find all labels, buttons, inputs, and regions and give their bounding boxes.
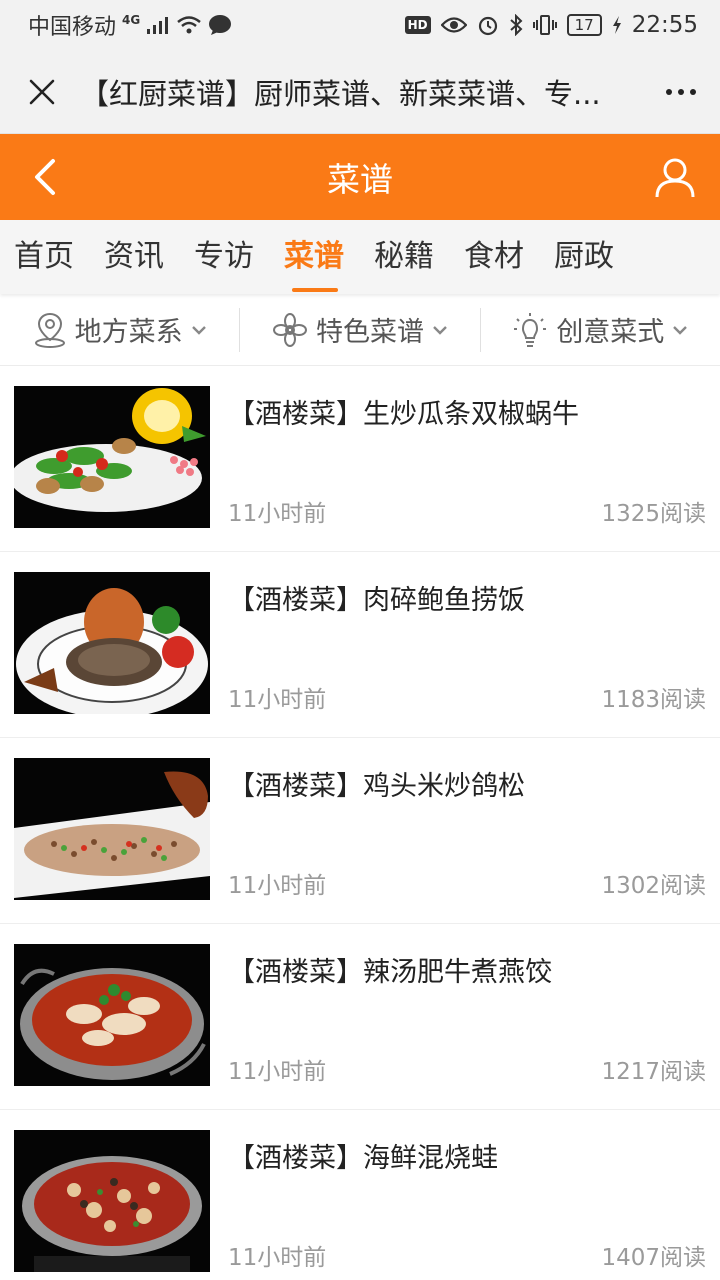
read-count: 1183阅读 (601, 687, 706, 713)
item-body: 【酒楼菜】辣汤肥牛煮燕饺 11小时前 1217阅读 (228, 944, 706, 1086)
back-button[interactable] (22, 154, 68, 200)
publish-time: 11小时前 (228, 687, 327, 713)
recipe-thumbnail (14, 1130, 210, 1272)
location-pin-icon (34, 312, 65, 348)
close-button[interactable] (24, 74, 60, 110)
list-item[interactable]: 【酒楼菜】海鲜混烧蛙 11小时前 1407阅读 (0, 1110, 720, 1280)
carrier-label: 中国移动 (28, 15, 117, 40)
recipe-thumbnail (14, 758, 210, 900)
chevron-down-icon (191, 324, 207, 336)
signal-icon (146, 15, 170, 35)
read-count: 1302阅读 (601, 873, 706, 899)
section-header: 菜谱 (0, 134, 720, 220)
section-title: 菜谱 (327, 160, 393, 199)
tab-ingredients[interactable]: 食材 (464, 220, 554, 294)
read-count: 1325阅读 (601, 501, 706, 527)
hd-icon: HD (404, 16, 431, 34)
chevron-left-icon (35, 159, 55, 195)
filter-bar: 地方菜系 特色菜谱 创意菜式 (0, 294, 720, 366)
publish-time: 11小时前 (228, 501, 327, 527)
tab-recipes[interactable]: 菜谱 (284, 220, 374, 294)
tab-interviews[interactable]: 专访 (194, 220, 284, 294)
user-icon (655, 158, 695, 198)
item-body: 【酒楼菜】海鲜混烧蛙 11小时前 1407阅读 (228, 1130, 706, 1272)
battery-icon: 17 (566, 14, 602, 36)
recipe-title[interactable]: 【酒楼菜】海鲜混烧蛙 (228, 1136, 706, 1175)
status-left: 中国移动 4G (28, 9, 232, 41)
list-item[interactable]: 【酒楼菜】肉碎鲍鱼捞饭 11小时前 1183阅读 (0, 552, 720, 738)
more-dot-icon (690, 88, 696, 95)
recipe-title[interactable]: 【酒楼菜】生炒瓜条双椒蜗牛 (228, 392, 706, 431)
chevron-down-icon (672, 324, 688, 336)
more-options-button[interactable] (640, 88, 696, 95)
recipe-thumbnail (14, 572, 210, 714)
item-body: 【酒楼菜】鸡头米炒鸽松 11小时前 1302阅读 (228, 758, 706, 900)
tab-kitchen-management[interactable]: 厨政 (554, 220, 644, 294)
lightbulb-icon (514, 312, 547, 347)
status-right: HD 17 22:55 (404, 12, 698, 38)
status-bar: 中国移动 4G HD 17 22:55 (0, 0, 720, 50)
chat-bubble-icon (208, 14, 232, 36)
filter-featured-recipes[interactable]: 特色菜谱 (239, 307, 479, 352)
clock-time: 22:55 (631, 12, 698, 38)
network-label: 4G (122, 13, 141, 27)
filter-regional-cuisine[interactable]: 地方菜系 (0, 308, 239, 352)
battery-level: 17 (574, 16, 594, 34)
read-count: 1407阅读 (601, 1245, 706, 1271)
bluetooth-icon (509, 14, 523, 36)
filter-label: 地方菜系 (74, 317, 183, 348)
more-dot-icon (666, 88, 672, 95)
charging-icon (612, 15, 622, 35)
more-dot-icon (678, 88, 684, 95)
filter-creative-dishes[interactable]: 创意菜式 (479, 307, 720, 352)
recipe-title[interactable]: 【酒楼菜】辣汤肥牛煮燕饺 (228, 950, 706, 989)
browser-title-bar: 【红厨菜谱】厨师菜谱、新菜菜谱、专... (0, 50, 720, 134)
flower-icon (272, 312, 307, 347)
page-title: 【红厨菜谱】厨师菜谱、新菜菜谱、专... (80, 76, 601, 111)
publish-time: 11小时前 (228, 1059, 327, 1085)
item-body: 【酒楼菜】生炒瓜条双椒蜗牛 11小时前 1325阅读 (228, 386, 706, 528)
vibrate-icon (532, 14, 557, 36)
eye-icon (440, 16, 467, 34)
tab-home[interactable]: 首页 (14, 220, 104, 294)
recipe-thumbnail (14, 944, 210, 1086)
list-item[interactable]: 【酒楼菜】鸡头米炒鸽松 11小时前 1302阅读 (0, 738, 720, 924)
tab-news[interactable]: 资讯 (104, 220, 194, 294)
chevron-down-icon (432, 324, 448, 336)
list-item[interactable]: 【酒楼菜】辣汤肥牛煮燕饺 11小时前 1217阅读 (0, 924, 720, 1110)
list-item[interactable]: 【酒楼菜】生炒瓜条双椒蜗牛 11小时前 1325阅读 (0, 366, 720, 552)
recipe-title[interactable]: 【酒楼菜】鸡头米炒鸽松 (228, 764, 706, 803)
filter-label: 特色菜谱 (315, 317, 424, 348)
publish-time: 11小时前 (228, 1245, 327, 1271)
wifi-icon (176, 15, 202, 35)
alarm-icon (477, 14, 499, 36)
close-icon (29, 79, 55, 104)
filter-label: 创意菜式 (556, 317, 665, 348)
recipe-list: 【酒楼菜】生炒瓜条双椒蜗牛 11小时前 1325阅读 【酒楼菜】肉碎鲍鱼捞饭 1… (0, 366, 720, 1280)
publish-time: 11小时前 (228, 873, 327, 899)
item-body: 【酒楼菜】肉碎鲍鱼捞饭 11小时前 1183阅读 (228, 572, 706, 714)
recipe-title[interactable]: 【酒楼菜】肉碎鲍鱼捞饭 (228, 578, 706, 617)
category-tabs: 首页 资讯 专访 菜谱 秘籍 食材 厨政 (0, 220, 720, 294)
recipe-thumbnail (14, 386, 210, 528)
read-count: 1217阅读 (601, 1059, 706, 1085)
user-profile-button[interactable] (652, 154, 698, 200)
tab-tips[interactable]: 秘籍 (374, 220, 464, 294)
